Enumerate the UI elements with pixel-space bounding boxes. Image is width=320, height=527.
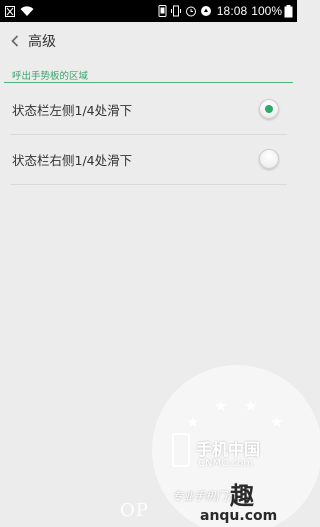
radio-dot [265,105,273,113]
watermark-star-icon: ★ [214,397,228,415]
section-divider [4,82,293,83]
section-title: 呼出手势板的区域 [12,71,89,82]
page-title: 高级 [28,34,56,50]
option-label: 状态栏右侧1/4处滑下 [12,152,133,168]
wifi-icon [20,5,34,17]
vibrate-icon [170,5,182,17]
option-right-quarter[interactable]: 状态栏右侧1/4处滑下 [0,134,297,184]
watermark-phone-icon [172,433,190,467]
watermark-url: anqu.com [200,508,278,524]
status-bar: 18:08 100% [0,0,297,22]
alarm-icon [185,5,197,17]
option-left-quarter[interactable]: 状态栏左侧1/4处滑下 [0,84,297,134]
option-divider [10,184,287,185]
battery-percent: 100% [251,4,282,18]
watermark-brand-fragment: OP [120,500,149,521]
watermark-star-icon: ★ [186,413,200,431]
status-time: 18:08 [216,4,248,18]
watermark-site-cn: 手机中国 [196,440,261,459]
status-bar-right: 18:08 100% [158,4,293,18]
watermark-big-char: 趣 [230,482,254,510]
option-label: 状态栏左侧1/4处滑下 [12,102,133,118]
radio-button-unselected[interactable] [259,149,279,169]
title-bar: 高级 [0,22,297,60]
watermark-site-en: CNMO.com [198,458,254,469]
watermark-slogan: 专业手机门户 [172,490,238,503]
battery-icon [284,4,293,18]
chevron-left-icon [11,35,19,47]
data-sync-icon [200,5,212,17]
watermark-star-icon: ★ [244,397,258,415]
screenshot-icon [158,5,167,17]
sim-off-icon [5,5,15,17]
back-button[interactable] [2,22,28,60]
watermark-star-icon: ★ [270,413,284,431]
status-bar-left [5,5,34,17]
radio-button-selected[interactable] [259,99,279,119]
